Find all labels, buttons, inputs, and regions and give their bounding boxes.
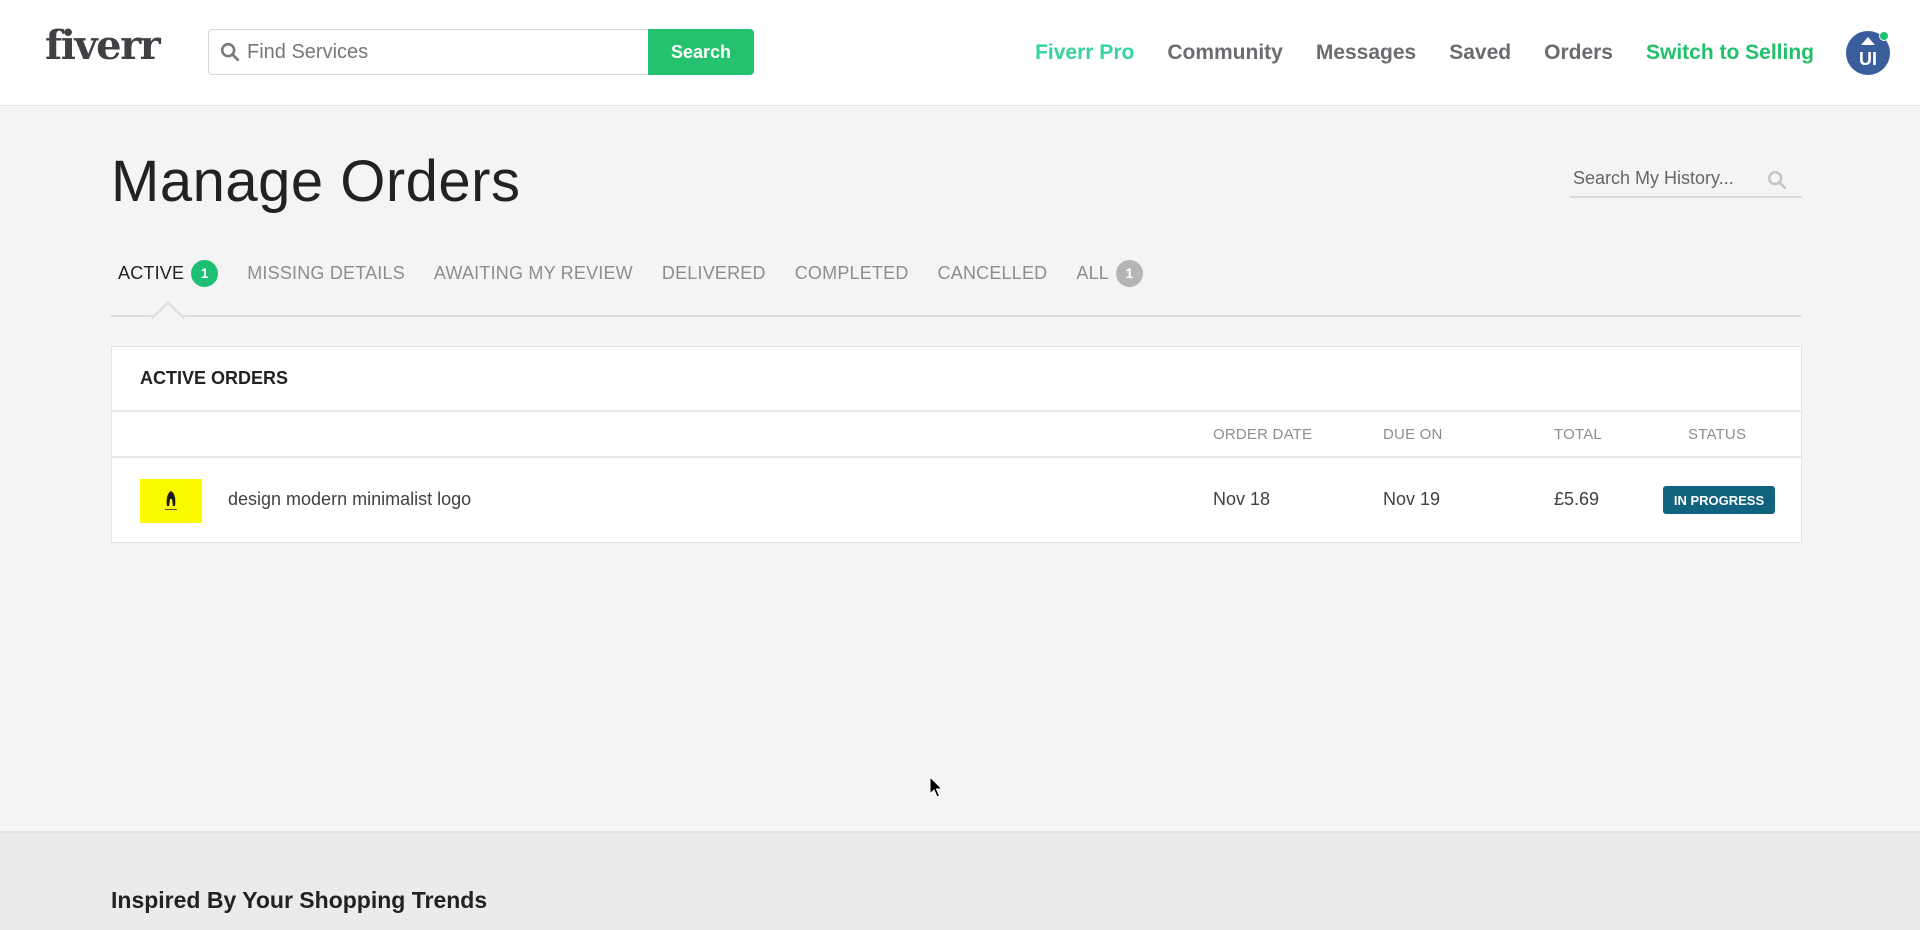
top-nav: Fiverr Pro Community Messages Saved Orde… [1035, 0, 1920, 106]
order-total: £5.69 [1554, 489, 1600, 509]
tab-label: CANCELLED [937, 262, 1048, 283]
nav-switch-to-selling[interactable]: Switch to Selling [1646, 41, 1814, 65]
service-search-field[interactable] [208, 29, 648, 75]
due-date: Nov 19 [1383, 489, 1441, 509]
nav-orders[interactable]: Orders [1544, 41, 1613, 65]
table-row[interactable]: design modern minimalist logo Nov 18 Nov… [112, 458, 1801, 542]
active-tab-indicator [151, 301, 185, 335]
column-due-on: DUE ON [1383, 426, 1443, 443]
nav-fiverr-pro[interactable]: Fiverr Pro [1035, 41, 1134, 65]
gig-thumbnail[interactable] [140, 479, 202, 523]
count-badge: 1 [191, 259, 219, 287]
table-header: ORDER DATE DUE ON TOTAL STATUS [112, 412, 1801, 458]
tab-label: ACTIVE [118, 262, 185, 283]
tab-active[interactable]: ACTIVE 1 [118, 258, 219, 288]
tab-delivered[interactable]: DELIVERED [662, 258, 766, 288]
fiverr-logo[interactable]: fiverr [45, 22, 161, 69]
history-search[interactable] [1570, 160, 1802, 198]
tab-label: COMPLETED [794, 262, 909, 283]
tab-completed[interactable]: COMPLETED [795, 258, 909, 288]
nav-saved[interactable]: Saved [1449, 41, 1511, 65]
avatar-arrow-icon [1861, 37, 1875, 45]
status-badge: IN PROGRESS [1663, 486, 1775, 514]
page-title: Manage Orders [111, 149, 521, 214]
mouse-cursor-icon [929, 776, 944, 798]
service-search-input[interactable] [247, 30, 637, 74]
nav-messages[interactable]: Messages [1316, 41, 1416, 65]
tab-label: ALL [1076, 262, 1110, 283]
search-button[interactable]: Search [648, 29, 754, 75]
tab-awaiting-my-review[interactable]: AWAITING MY REVIEW [434, 258, 633, 288]
active-orders-table: ACTIVE ORDERS ORDER DATE DUE ON TOTAL ST… [111, 346, 1802, 543]
tab-label: DELIVERED [661, 262, 766, 283]
column-total: TOTAL [1554, 426, 1602, 443]
logo-figure-icon [165, 491, 177, 510]
avatar[interactable]: UI [1846, 31, 1890, 75]
search-icon [220, 42, 240, 62]
table-title: ACTIVE ORDERS [112, 347, 1801, 412]
search-icon[interactable] [1766, 169, 1788, 191]
tab-all[interactable]: ALL 1 [1076, 258, 1144, 288]
service-search: Search [208, 29, 754, 75]
gig-title[interactable]: design modern minimalist logo [228, 489, 471, 510]
tab-label: MISSING DETAILS [247, 262, 405, 283]
online-status-dot [1879, 31, 1889, 41]
avatar-initials: UI [1859, 49, 1877, 69]
column-order-date: ORDER DATE [1213, 426, 1313, 443]
count-badge: 1 [1116, 259, 1144, 287]
order-status-tabs: ACTIVE 1 MISSING DETAILS AWAITING MY REV… [111, 258, 1801, 335]
column-status: STATUS [1688, 426, 1747, 443]
nav-community[interactable]: Community [1167, 41, 1283, 65]
tab-label: AWAITING MY REVIEW [433, 262, 633, 283]
tab-cancelled[interactable]: CANCELLED [938, 258, 1048, 288]
top-header: fiverr Search Fiverr Pro Community Messa… [0, 0, 1920, 106]
section-title: Inspired By Your Shopping Trends [111, 887, 488, 913]
order-date: Nov 18 [1213, 489, 1271, 509]
shopping-trends-section: Inspired By Your Shopping Trends [0, 831, 1920, 930]
tab-missing-details[interactable]: MISSING DETAILS [247, 258, 405, 288]
history-search-input[interactable] [1573, 164, 1763, 192]
